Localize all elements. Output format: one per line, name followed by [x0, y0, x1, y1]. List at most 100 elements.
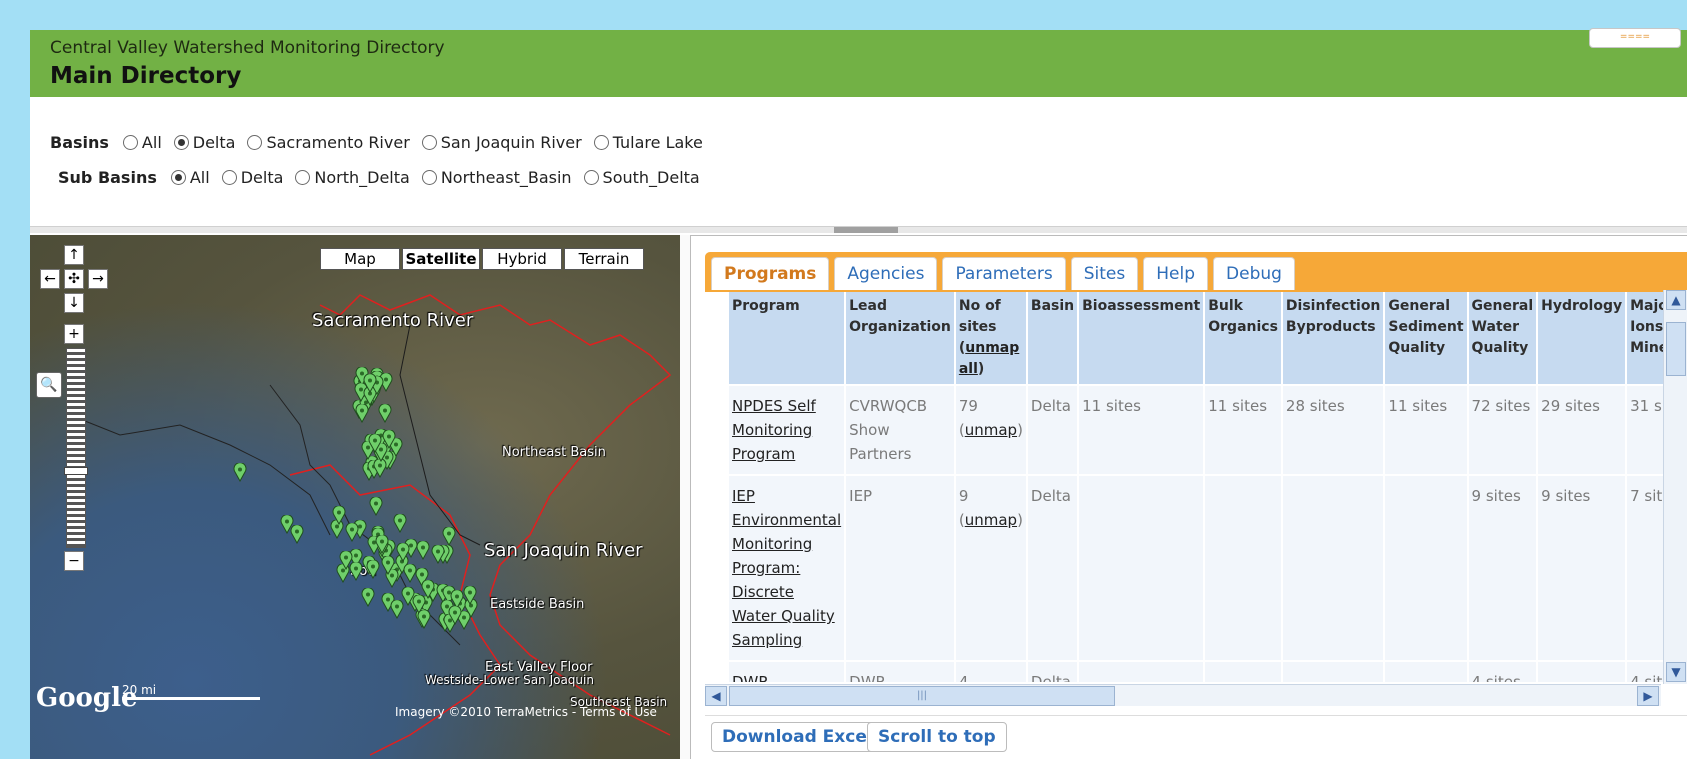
- site-marker-icon[interactable]: [463, 585, 477, 605]
- scroll-to-top-button[interactable]: Scroll to top: [867, 722, 1007, 752]
- scroll-left-icon[interactable]: ◀: [705, 686, 727, 706]
- zoom-out-icon[interactable]: −: [64, 551, 84, 571]
- radio-icon[interactable]: [295, 170, 311, 185]
- table-horizontal-scrollbar[interactable]: ◀ ||| ▶: [705, 684, 1661, 706]
- tab-parameters[interactable]: Parameters: [942, 257, 1066, 290]
- tab-agencies[interactable]: Agencies: [834, 257, 938, 290]
- col-disinfection-byproducts[interactable]: Disinfection Byproducts: [1282, 292, 1384, 384]
- site-marker-icon[interactable]: [369, 496, 383, 516]
- pan-center-icon[interactable]: ✣: [64, 269, 84, 289]
- col-general-sediment-quality[interactable]: General Sediment Quality: [1385, 292, 1467, 384]
- col-lead-organization[interactable]: Lead Organization: [846, 292, 954, 384]
- col-major-ions-minerals[interactable]: Major Ions & Minerals: [1627, 292, 1667, 384]
- radio-icon[interactable]: [593, 135, 609, 150]
- pan-right-icon[interactable]: →: [88, 269, 108, 289]
- vertical-scroll-thumb[interactable]: [1666, 322, 1686, 376]
- basin-option-all[interactable]: All: [122, 133, 162, 152]
- site-marker-icon[interactable]: [448, 606, 462, 626]
- pan-down-icon[interactable]: ↓: [64, 293, 84, 313]
- zoom-slider-knob[interactable]: [64, 467, 88, 475]
- unmap-link[interactable]: unmap: [965, 421, 1017, 439]
- layout-splitter[interactable]: [30, 226, 1687, 233]
- site-marker-icon[interactable]: [363, 374, 377, 394]
- site-marker-icon[interactable]: [355, 404, 369, 424]
- site-marker-icon[interactable]: [416, 541, 430, 561]
- tab-programs[interactable]: Programs: [711, 257, 830, 290]
- site-marker-icon[interactable]: [233, 463, 247, 482]
- magnifier-zoom-icon[interactable]: 🔍: [36, 372, 62, 398]
- map-type-terrain[interactable]: Terrain: [564, 248, 644, 270]
- tab-help[interactable]: Help: [1143, 257, 1209, 290]
- site-marker-icon[interactable]: [339, 550, 353, 570]
- scroll-up-icon[interactable]: ▲: [1666, 290, 1686, 310]
- header-corner-button[interactable]: ====: [1589, 28, 1681, 48]
- scroll-down-icon[interactable]: ▼: [1666, 662, 1686, 682]
- disinfection-cell: 28 sites: [1282, 386, 1384, 474]
- site-marker-icon[interactable]: [345, 522, 359, 542]
- site-marker-icon[interactable]: [332, 505, 346, 525]
- radio-icon[interactable]: [122, 135, 138, 150]
- map-type-satellite[interactable]: Satellite: [402, 248, 480, 270]
- scroll-right-icon[interactable]: ▶: [1637, 686, 1659, 706]
- col-basin[interactable]: Basin: [1027, 292, 1078, 384]
- splitter-grip[interactable]: [834, 227, 898, 233]
- radio-icon[interactable]: [247, 135, 263, 150]
- site-marker-icon[interactable]: [378, 403, 392, 423]
- site-marker-icon[interactable]: [442, 527, 456, 546]
- radio-icon[interactable]: [583, 170, 599, 185]
- site-marker-icon[interactable]: [390, 600, 404, 620]
- unmap-all-link[interactable]: unmap all: [959, 340, 1019, 377]
- radio-icon[interactable]: [221, 170, 237, 185]
- sub-basin-option-south-delta[interactable]: South_Delta: [583, 168, 700, 187]
- download-excel-button[interactable]: Download Excel: [711, 722, 884, 752]
- tab-sites[interactable]: Sites: [1070, 257, 1139, 290]
- site-marker-icon[interactable]: [431, 544, 445, 564]
- site-marker-icon[interactable]: [396, 542, 410, 562]
- radio-icon[interactable]: [421, 170, 437, 185]
- col-hydrology[interactable]: Hydrology: [1538, 292, 1626, 384]
- basin-option-tulare-lake[interactable]: Tulare Lake: [593, 133, 703, 152]
- col-program[interactable]: Program: [729, 292, 845, 384]
- map-type-hybrid[interactable]: Hybrid: [482, 248, 562, 270]
- tab-debug[interactable]: Debug: [1213, 257, 1295, 290]
- radio-selected-icon[interactable]: [173, 135, 189, 150]
- sub-basin-option-north-delta[interactable]: North_Delta: [295, 168, 410, 187]
- basins-filter-row: Basins All Delta Sacramento River San Jo…: [50, 133, 715, 152]
- program-link[interactable]: DWR Operations &: [729, 662, 845, 682]
- map-view[interactable]: Map Satellite Hybrid Terrain ↑ ← ✣ → ↓ +…: [30, 235, 680, 759]
- site-marker-icon[interactable]: [381, 555, 395, 575]
- pan-left-icon[interactable]: ←: [40, 269, 60, 289]
- zoom-slider[interactable]: [64, 348, 88, 548]
- sub-basin-option-all[interactable]: All: [170, 168, 210, 187]
- horizontal-scroll-thumb[interactable]: |||: [729, 686, 1115, 706]
- basin-option-delta[interactable]: Delta: [173, 133, 235, 152]
- program-link[interactable]: NPDES Self Monitoring Program: [729, 386, 845, 474]
- map-copyright[interactable]: Imagery ©2010 TerraMetrics - Terms of Us…: [395, 705, 657, 719]
- basin-option-san-joaquin-river[interactable]: San Joaquin River: [421, 133, 582, 152]
- col-bioassessment[interactable]: Bioassessment: [1079, 292, 1204, 384]
- unmap-link[interactable]: unmap: [965, 511, 1017, 529]
- sub-basin-option-northeast-basin[interactable]: Northeast_Basin: [421, 168, 572, 187]
- col-general-water-quality[interactable]: General Water Quality: [1468, 292, 1537, 384]
- col-bulk-organics[interactable]: Bulk Organics: [1205, 292, 1281, 384]
- radio-selected-icon[interactable]: [170, 170, 186, 185]
- site-marker-icon[interactable]: [375, 535, 389, 555]
- site-marker-icon[interactable]: [290, 525, 304, 544]
- basin-option-sacramento-river[interactable]: Sacramento River: [247, 133, 410, 152]
- col-no-of-sites[interactable]: No of sites (unmap all): [955, 292, 1026, 384]
- site-marker-icon[interactable]: [382, 430, 396, 450]
- site-marker-icon[interactable]: [393, 513, 407, 533]
- site-marker-icon[interactable]: [366, 559, 380, 579]
- map-type-map[interactable]: Map: [320, 248, 400, 270]
- pan-up-icon[interactable]: ↑: [64, 245, 84, 265]
- bulk-organics-cell: [1205, 662, 1281, 682]
- sub-basin-option-delta[interactable]: Delta: [221, 168, 283, 187]
- program-link[interactable]: IEP Environmental Monitoring Program: Di…: [729, 476, 845, 660]
- table-vertical-scrollbar[interactable]: ▲ ▼: [1663, 290, 1687, 684]
- zoom-in-icon[interactable]: +: [64, 324, 84, 344]
- basin-cell: Delta: [1027, 386, 1078, 474]
- radio-icon[interactable]: [421, 135, 437, 150]
- site-marker-icon[interactable]: [368, 434, 382, 454]
- site-marker-icon[interactable]: [417, 609, 431, 629]
- site-marker-icon[interactable]: [361, 587, 375, 607]
